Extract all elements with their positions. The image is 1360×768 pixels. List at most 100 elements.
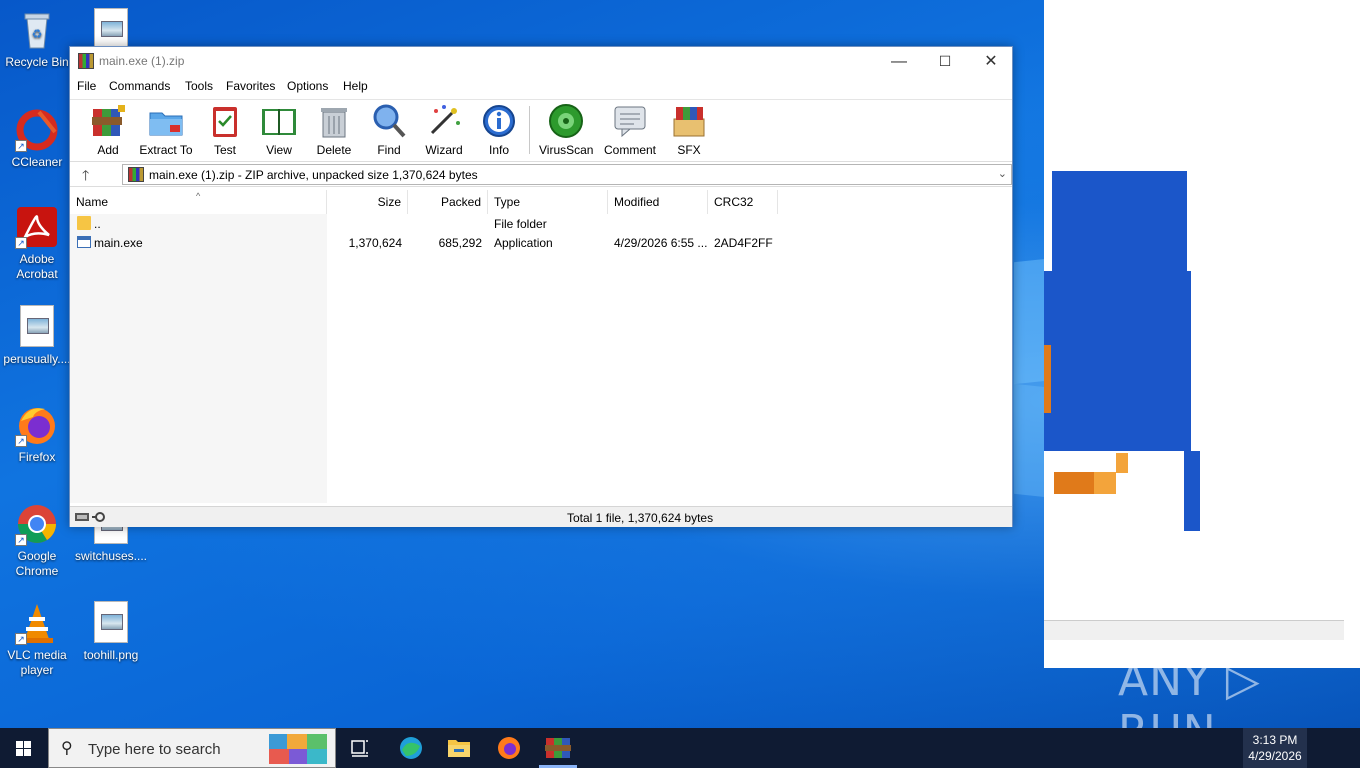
address-bar: 🡑 main.exe (1).zip - ZIP archive, unpack… [70,161,1012,187]
test-label: Test [213,143,236,157]
close-button[interactable]: ✕ [968,47,1014,76]
test-button[interactable]: Test [204,103,246,159]
shortcut-arrow-icon: ↗ [15,534,27,546]
menu-commands[interactable]: Commands [109,79,170,93]
system-clock[interactable]: 3:13 PM 4/29/2026 [1243,728,1307,768]
name-column-shade [70,214,327,503]
taskbar-winrar[interactable] [535,728,581,768]
column-header-name[interactable]: Name ^ [70,190,327,214]
edge-icon [400,737,422,759]
menu-tools[interactable]: Tools [185,79,213,93]
taskbar-file-explorer[interactable] [436,728,482,768]
row-type: Application [494,236,553,250]
application-icon [77,236,91,248]
archive-path-text: main.exe (1).zip - ZIP archive, unpacked… [149,168,478,182]
menu-options[interactable]: Options [287,79,328,93]
task-view-button[interactable] [337,728,383,768]
archive-icon [128,167,144,182]
vlc-cone-icon: ↗ [15,601,59,645]
firefox-icon [498,737,520,759]
desktop-icon-adobe-acrobat[interactable]: ↗ Adobe Acrobat [0,205,74,282]
background-window [1044,0,1360,668]
background-graphic [1094,472,1116,494]
virusscan-label: VirusScan [539,143,594,157]
desktop-icon-firefox[interactable]: ↗ Firefox [0,403,74,465]
desktop-icon-vlc[interactable]: ↗ VLC media player [0,601,74,678]
comment-label: Comment [603,143,656,157]
info-button[interactable]: Info [478,103,520,159]
search-highlight-icon [267,732,329,766]
delete-button[interactable]: Delete [313,103,355,159]
sfx-archive-icon [671,103,707,139]
delete-label: Delete [316,143,352,157]
column-header-crc32[interactable]: CRC32 [708,190,778,214]
column-header-packed[interactable]: Packed [408,190,488,214]
comment-button[interactable]: Comment [602,103,658,159]
winrar-icon [545,738,571,758]
svg-text:♻: ♻ [32,27,43,41]
info-icon [481,103,517,139]
desktop-icon-perusually[interactable]: perusually.... [0,305,74,367]
menu-favorites[interactable]: Favorites [226,79,275,93]
folder-icon [77,216,91,230]
taskbar-firefox[interactable] [486,728,532,768]
find-button[interactable]: Find [368,103,410,159]
row-crc32: 2AD4F2FF [714,236,773,250]
desktop-icon-recycle-bin[interactable]: ♻ Recycle Bin [0,8,74,70]
background-graphic [1054,472,1094,494]
taskbar: ⚲ Type here to search [0,728,1360,768]
toolbar: Add Extract To Test View Delete Find Wiz… [70,99,1012,159]
archive-path-field[interactable]: main.exe (1).zip - ZIP archive, unpacked… [122,164,1012,185]
column-header-modified[interactable]: Modified [608,190,708,214]
desktop-icon-label: CCleaner [11,155,63,169]
column-header-type[interactable]: Type [488,190,608,214]
extract-to-button[interactable]: Extract To [138,103,194,159]
view-button[interactable]: View [258,103,300,159]
wizard-button[interactable]: Wizard [423,103,465,159]
windows-logo-icon [16,741,31,756]
desktop-icon-label: switchuses.... [74,549,148,563]
clock-time: 3:13 PM [1252,733,1298,747]
wizard-label: Wizard [425,143,463,157]
start-button[interactable] [0,728,48,768]
desktop-icon-label: Recycle Bin [5,55,69,69]
ccleaner-icon: ↗ [15,108,59,152]
status-bar: Total 1 file, 1,370,624 bytes [70,506,1012,527]
drive-key-icon [75,511,109,523]
row-name: main.exe [94,236,143,250]
desktop-icon-google-chrome[interactable]: ↗ Google Chrome [0,502,74,579]
sfx-button[interactable]: SFX [668,103,710,159]
comment-icon [612,103,648,139]
extract-folder-icon [148,103,184,139]
taskbar-search[interactable]: ⚲ Type here to search [48,728,336,768]
trash-can-icon [316,103,352,139]
chevron-down-icon[interactable]: ⌄ [998,167,1007,180]
desktop-icon-toohill[interactable]: toohill.png [74,601,148,663]
desktop-icon-label: Firefox [18,450,56,464]
search-placeholder: Type here to search [88,741,221,758]
taskbar-edge[interactable] [388,728,434,768]
table-row[interactable]: main.exe 1,370,624 685,292 Application 4… [70,234,1012,253]
title-bar[interactable]: main.exe (1).zip — ☐ ✕ [70,47,1012,76]
chrome-icon: ↗ [15,502,59,546]
magnifier-icon [371,103,407,139]
sort-arrow-icon: ^ [196,191,201,201]
virusscan-button[interactable]: VirusScan [539,103,593,159]
winrar-app-icon [78,53,94,69]
adobe-acrobat-icon: ↗ [15,205,59,249]
desktop-icon-label: Adobe Acrobat [16,252,58,281]
add-button[interactable]: Add [87,103,129,159]
magic-wand-icon [426,103,462,139]
winrar-window: main.exe (1).zip — ☐ ✕ File Commands Too… [69,46,1013,527]
maximize-button[interactable]: ☐ [922,47,968,76]
up-one-level-button[interactable]: 🡑 [82,165,89,189]
desktop-icon-label: VLC media player [7,648,67,677]
minimize-button[interactable]: — [876,47,922,76]
desktop-icon-ccleaner[interactable]: ↗ CCleaner [0,108,74,170]
menu-help[interactable]: Help [343,79,368,93]
menu-file[interactable]: File [77,79,96,93]
table-row[interactable]: .. File folder [70,215,1012,234]
file-list: Name ^ Size Packed Type Modified CRC32 .… [70,190,1012,503]
column-header-size[interactable]: Size [327,190,408,214]
row-size: 1,370,624 [348,236,402,250]
